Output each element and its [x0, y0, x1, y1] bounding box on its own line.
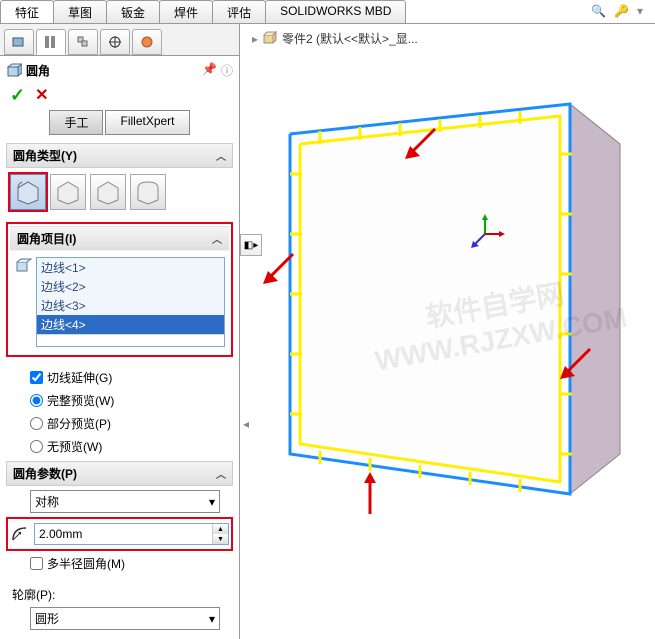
top-right-icons: 🔍 🔑 ▾ [591, 4, 643, 18]
full-preview-radio[interactable]: 完整预览(W) [30, 392, 229, 409]
multi-radius-checkbox[interactable]: 多半径圆角(M) [6, 551, 233, 576]
annotation-arrow [555, 344, 595, 384]
list-item[interactable]: 边线<2> [37, 277, 224, 296]
tab-sketch[interactable]: 草图 [53, 0, 107, 23]
annotation-arrow [400, 124, 440, 164]
panel-tab-props[interactable] [36, 29, 66, 55]
panel-tab-dim[interactable] [100, 29, 130, 55]
feature-title: 圆角 [26, 62, 50, 79]
list-item[interactable]: 边线<3> [37, 296, 224, 315]
radius-icon [10, 524, 30, 544]
tab-sheetmetal[interactable]: 钣金 [106, 0, 160, 23]
edge-list[interactable]: 边线<1> 边线<2> 边线<3> 边线<4> [36, 257, 225, 347]
help-icon[interactable]: ⓘ [221, 62, 233, 79]
tab-mbd[interactable]: SOLIDWORKS MBD [265, 0, 406, 23]
list-item[interactable]: 边线<1> [37, 258, 224, 277]
panel-tab-config[interactable] [68, 29, 98, 55]
key-icon[interactable]: 🔑 [614, 4, 629, 18]
annotation-arrow [258, 249, 298, 289]
panel-tab-appear[interactable] [132, 29, 162, 55]
fillet-type-constant[interactable] [10, 174, 46, 210]
cancel-button[interactable]: ✕ [35, 85, 48, 106]
model-render [260, 74, 655, 574]
panel-tabs [0, 24, 239, 56]
spin-down[interactable]: ▼ [213, 534, 228, 544]
annotation-arrow [350, 469, 390, 519]
ok-button[interactable]: ✓ [10, 85, 25, 106]
tab-feature[interactable]: 特征 [0, 0, 54, 23]
chevron-down-icon: ▾ [209, 495, 215, 509]
graphics-view[interactable]: ▸ 零件2 (默认<<默认>_显... ◧▸ ◂ [240, 24, 655, 639]
tangent-prop-checkbox[interactable]: 切线延伸(G) [30, 369, 229, 386]
tab-eval[interactable]: 评估 [212, 0, 266, 23]
list-item[interactable]: 边线<4> [37, 315, 224, 334]
breadcrumb[interactable]: ▸ 零件2 (默认<<默认>_显... [252, 30, 418, 47]
main-tabs: 特征 草图 钣金 焊件 评估 SOLIDWORKS MBD [0, 0, 655, 24]
profile-select[interactable]: 圆形 ▾ [30, 607, 220, 630]
fillet-type-header[interactable]: 圆角类型(Y) ︿ [6, 143, 233, 168]
fillet-icon [6, 63, 22, 79]
chevron-down-icon[interactable]: ▾ [637, 4, 643, 18]
no-preview-radio[interactable]: 无预览(W) [30, 438, 229, 455]
pin-icon[interactable]: 📌 [202, 62, 217, 79]
fillet-params-header[interactable]: 圆角参数(P) ︿ [6, 461, 233, 486]
fillet-items-header[interactable]: 圆角项目(I) ︿ [10, 226, 229, 251]
spin-up[interactable]: ▲ [213, 524, 228, 534]
filletxpert-button[interactable]: FilletXpert [105, 110, 189, 135]
property-panel: 圆角 📌 ⓘ ✓ ✕ 手工 FilletXpert 圆角类型(Y) ︿ [0, 24, 240, 639]
orientation-triad [465, 214, 505, 254]
panel-tab-feature[interactable] [4, 29, 34, 55]
symmetry-select[interactable]: 对称 ▾ [30, 490, 220, 513]
partial-preview-radio[interactable]: 部分预览(P) [30, 415, 229, 432]
search-icon[interactable]: 🔍 [591, 4, 606, 18]
fillet-type-full[interactable] [130, 174, 166, 210]
chevron-down-icon: ▾ [209, 612, 215, 626]
fillet-type-face[interactable] [90, 174, 126, 210]
feature-header: 圆角 📌 ⓘ [6, 60, 233, 85]
fillet-type-variable[interactable] [50, 174, 86, 210]
manual-mode-button[interactable]: 手工 [49, 110, 103, 135]
radius-input[interactable]: 2.00mm ▲▼ [34, 523, 229, 545]
chevron-right-icon: ▸ [252, 32, 258, 46]
tab-weld[interactable]: 焊件 [159, 0, 213, 23]
edge-select-icon [14, 257, 32, 275]
chevron-up-icon: ︿ [212, 231, 222, 246]
profile-label: 轮廓(P): [6, 582, 233, 603]
panel-separator[interactable]: ◂ [240, 404, 252, 444]
part-icon [262, 31, 278, 47]
chevron-up-icon: ︿ [216, 148, 226, 163]
chevron-up-icon: ︿ [216, 466, 226, 481]
